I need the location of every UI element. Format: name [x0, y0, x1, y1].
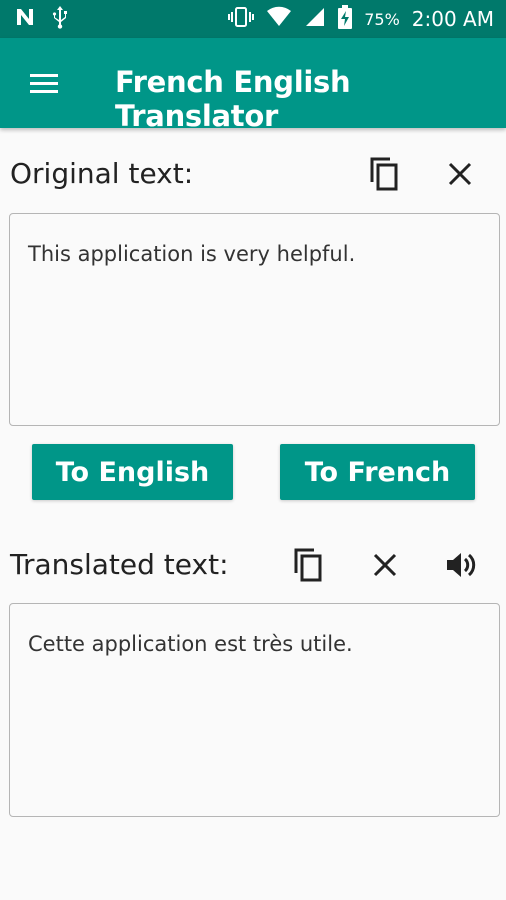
signal-icon: [304, 6, 326, 33]
status-bar: 75% 2:00 AM: [0, 0, 506, 38]
app-bar: French English Translator: [0, 38, 506, 133]
copy-icon[interactable]: [286, 543, 330, 587]
vibrate-icon: [228, 6, 255, 33]
battery-charging-icon: [338, 4, 353, 34]
translated-text-label: Translated text:: [10, 548, 229, 581]
status-left-icons: [14, 5, 70, 34]
original-text-input[interactable]: This application is very helpful.: [9, 213, 500, 426]
hamburger-menu-icon[interactable]: [28, 71, 60, 95]
close-icon[interactable]: [363, 543, 407, 587]
status-right-icons: 75% 2:00 AM: [228, 4, 494, 34]
to-french-button[interactable]: To French: [280, 444, 475, 500]
status-time: 2:00 AM: [411, 7, 494, 31]
app-title: French English Translator: [115, 65, 351, 133]
speaker-icon[interactable]: [439, 543, 483, 587]
wifi-icon: [266, 6, 292, 33]
translated-text-output[interactable]: Cette application est très utile.: [9, 603, 500, 817]
n-icon: [14, 6, 36, 33]
battery-percent: 75%: [364, 9, 400, 29]
usb-icon: [50, 5, 70, 34]
to-english-button[interactable]: To English: [32, 444, 233, 500]
close-icon[interactable]: [438, 152, 482, 196]
copy-icon[interactable]: [362, 152, 406, 196]
original-text-label: Original text:: [10, 157, 194, 190]
